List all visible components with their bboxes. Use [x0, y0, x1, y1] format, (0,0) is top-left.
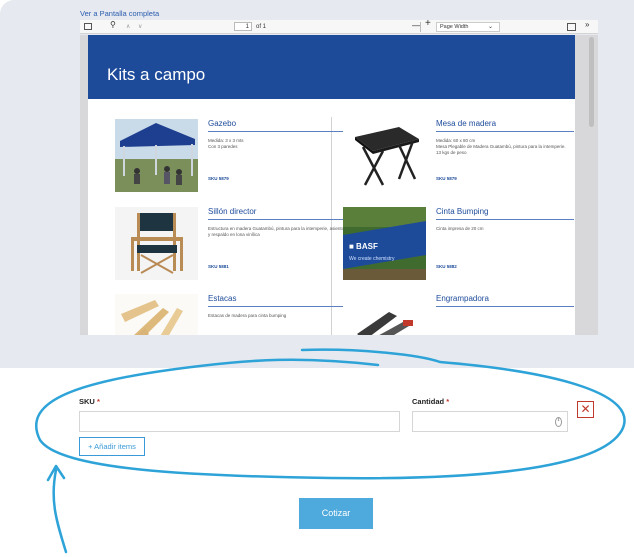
quantity-input[interactable]: ⇕ [412, 411, 568, 432]
next-page-icon[interactable]: ∨ [138, 22, 142, 32]
product-sku: SKU 5881 [208, 264, 229, 269]
product-title: Sillón director [208, 207, 346, 220]
sku-label: SKU * [79, 397, 100, 406]
zoom-in-button[interactable]: + [425, 19, 431, 29]
product-description: Medida: 3 x 3 mts Con 3 paredes [208, 138, 244, 149]
presentation-mode-icon[interactable] [567, 23, 576, 31]
add-items-button[interactable]: + Añadir items [79, 437, 145, 456]
annotation-arrow [52, 468, 68, 554]
pdf-viewport[interactable]: Kits a campo Gazebo Medida: 3 x 3 mts Co… [80, 35, 598, 335]
chevron-down-icon: ⌄ [487, 24, 493, 30]
product-info: Mesa de madera Medida: 60 x 80 cm Mesa P… [436, 119, 574, 181]
zoom-select[interactable]: Page Width ⌄ [436, 22, 500, 32]
page: Ver a Pantalla completa ⚲ ∧ ∨ 1 of 1 — +… [0, 0, 634, 557]
sku-label-text: SKU [79, 397, 95, 406]
page-number-input[interactable]: 1 [234, 22, 252, 31]
product-sku: SKU 5879 [208, 176, 229, 181]
document-title: Kits a campo [88, 35, 575, 99]
required-mark: * [96, 397, 100, 406]
annotation-arrowhead [46, 464, 66, 482]
product-description: Medida: 60 x 80 cm Mesa Plegable de Made… [436, 138, 566, 155]
sku-input[interactable] [79, 411, 400, 432]
stakes-image [115, 294, 198, 335]
required-mark: * [446, 397, 450, 406]
product-title: Estacas [208, 294, 346, 307]
product-sku: SKU 5879 [436, 176, 457, 181]
gazebo-image [115, 119, 198, 192]
stepper-icon[interactable]: ⇕ [555, 417, 562, 427]
product-title: Engrampadora [436, 294, 574, 307]
previous-page-icon[interactable]: ∧ [126, 22, 130, 32]
product-sku: SKU 5882 [436, 264, 457, 269]
quantity-label: Cantidad * [412, 397, 449, 406]
basf-slogan-text: We create chemistry [349, 256, 395, 262]
product-info: Engrampadora [436, 294, 574, 307]
quantity-label-text: Cantidad [412, 397, 445, 406]
search-icon[interactable]: ⚲ [110, 20, 116, 30]
more-tools-icon[interactable]: » [585, 20, 589, 30]
zoom-select-value: Page Width [440, 24, 469, 30]
product-info: Sillón director Estructura en madera Gua… [208, 207, 346, 269]
fullscreen-link[interactable]: Ver a Pantalla completa [80, 9, 159, 18]
director-chair-image [115, 207, 198, 280]
remove-row-button[interactable]: ✕ [577, 401, 594, 418]
product-description: Cinta impresa de 20 cm [436, 226, 484, 231]
product-info: Gazebo Medida: 3 x 3 mts Con 3 paredes S… [208, 119, 346, 181]
product-description: Estacas de madera para cinta bumping [208, 313, 287, 318]
basf-tape-image: ■ BASF We create chemistry [343, 207, 426, 280]
product-description: Estructura en madera Guatambú, pintura p… [208, 226, 345, 237]
page-total: of 1 [256, 24, 267, 30]
product-title: Cinta Bumping [436, 207, 574, 220]
product-info: Estacas Estacas de madera para cinta bum… [208, 294, 346, 319]
toolbar-divider [420, 22, 421, 32]
pdf-toolbar: ⚲ ∧ ∨ 1 of 1 — + Page Width ⌄ » [80, 19, 598, 34]
sidebar-toggle-icon[interactable] [84, 23, 92, 30]
product-title: Gazebo [208, 119, 346, 132]
pdf-scrollbar[interactable] [589, 37, 594, 127]
quote-submit-button[interactable]: Cotizar [299, 498, 373, 529]
pdf-page: Kits a campo Gazebo Medida: 3 x 3 mts Co… [88, 35, 575, 335]
product-info: Cinta Bumping Cinta impresa de 20 cm SKU… [436, 207, 574, 269]
basf-logo-text: ■ BASF [349, 242, 378, 251]
stapler-image [343, 294, 426, 335]
table-image [343, 119, 426, 192]
product-title: Mesa de madera [436, 119, 574, 132]
